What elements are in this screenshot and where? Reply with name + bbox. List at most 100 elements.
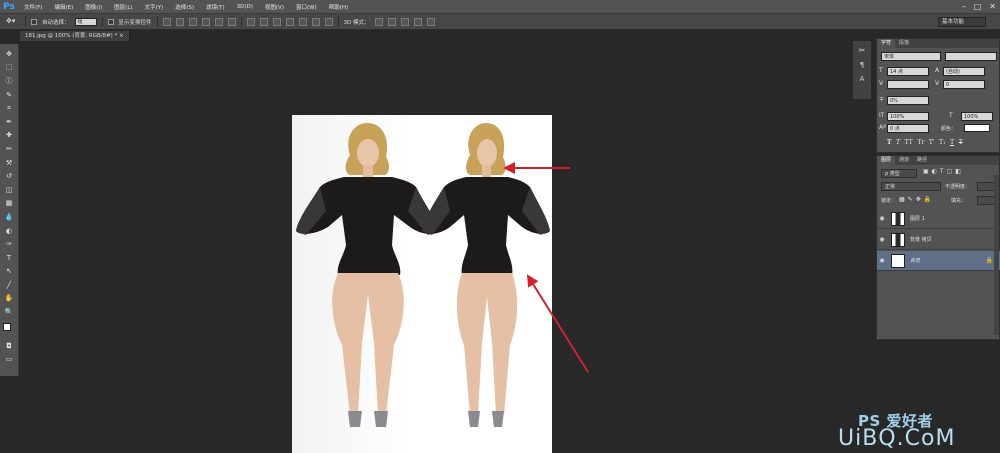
text-color-swatch[interactable]: [964, 124, 990, 132]
maximize-icon[interactable]: □: [974, 2, 982, 11]
layer-row[interactable]: ◉ 图层 1: [877, 209, 1000, 229]
auto-select-checkbox[interactable]: [31, 18, 37, 25]
tab-paths[interactable]: 路径: [913, 156, 931, 165]
menu-3d[interactable]: 3D(D): [231, 4, 259, 10]
tracking-field[interactable]: 0: [943, 80, 985, 89]
document-tab[interactable]: 181.jpg @ 100% (背景, RGB/8#) * ×: [20, 31, 130, 41]
tsume-field[interactable]: 0%: [887, 96, 929, 105]
strikethrough-button[interactable]: T: [959, 139, 963, 146]
healing-tool-icon[interactable]: ✚: [3, 129, 16, 143]
faux-italic-button[interactable]: T: [896, 139, 900, 146]
subscript-button[interactable]: T₁: [939, 139, 945, 146]
menu-window[interactable]: 窗口(W): [290, 3, 323, 11]
blur-tool-icon[interactable]: 💧: [3, 210, 16, 224]
menu-image[interactable]: 图像(I): [79, 3, 108, 11]
eyedropper-tool-icon[interactable]: ✒: [3, 115, 16, 129]
align-hcenter-icon[interactable]: [214, 17, 223, 26]
visibility-eye-icon[interactable]: ◉: [877, 215, 887, 222]
font-family-dropdown[interactable]: 宋体: [881, 52, 941, 61]
lasso-tool-icon[interactable]: ⓛ: [3, 74, 16, 88]
menu-select[interactable]: 选择(S): [169, 3, 200, 11]
3d-rotate-icon[interactable]: [374, 17, 383, 26]
foreground-color-swatch[interactable]: [2, 322, 11, 331]
align-top-icon[interactable]: [162, 17, 171, 26]
font-size-field[interactable]: 14 点: [887, 67, 929, 76]
align-right-icon[interactable]: [227, 17, 236, 26]
horizontal-scale-field[interactable]: 100%: [961, 112, 993, 121]
character-icon[interactable]: A: [860, 75, 865, 83]
brush-tool-icon[interactable]: ✏: [3, 142, 16, 156]
workspace-dropdown[interactable]: 基本功能: [938, 17, 986, 27]
3d-scale-icon[interactable]: [426, 17, 435, 26]
distribute-right-icon[interactable]: [311, 17, 320, 26]
visibility-eye-icon[interactable]: ◉: [877, 257, 887, 264]
menu-view[interactable]: 视图(V): [259, 3, 290, 11]
auto-align-icon[interactable]: [324, 17, 333, 26]
blend-mode-dropdown[interactable]: 正常: [881, 182, 941, 191]
move-tool-icon[interactable]: ✥: [3, 47, 16, 61]
layer-filter-icons[interactable]: ▣◐T▢◧: [923, 168, 964, 175]
visibility-eye-icon[interactable]: ◉: [877, 236, 887, 243]
align-bottom-icon[interactable]: [188, 17, 197, 26]
minimize-icon[interactable]: –: [962, 2, 966, 11]
history-brush-tool-icon[interactable]: ↺: [3, 169, 16, 183]
auto-select-dropdown[interactable]: 组: [74, 17, 97, 26]
align-left-icon[interactable]: [201, 17, 210, 26]
tab-character[interactable]: 字符: [877, 39, 896, 48]
marquee-tool-icon[interactable]: ⬚: [3, 61, 16, 75]
layer-kind-filter[interactable]: ρ 类型: [881, 169, 917, 178]
menu-help[interactable]: 帮助(H): [323, 3, 354, 11]
close-icon[interactable]: ✕: [989, 2, 996, 11]
stamp-tool-icon[interactable]: ⚒: [3, 156, 16, 170]
dodge-tool-icon[interactable]: ◐: [3, 224, 16, 238]
color-swatches[interactable]: [2, 321, 17, 339]
zoom-tool-icon[interactable]: 🔍: [3, 305, 16, 319]
3d-pan-icon[interactable]: [400, 17, 409, 26]
tools-options-icon[interactable]: ✂: [859, 46, 866, 55]
gradient-tool-icon[interactable]: ▦: [3, 197, 16, 211]
show-transform-checkbox[interactable]: [107, 18, 114, 25]
menu-layer[interactable]: 图层(L): [108, 3, 138, 11]
faux-bold-button[interactable]: T: [887, 139, 891, 146]
baseline-shift-field[interactable]: 0 点: [887, 124, 929, 133]
underline-button[interactable]: T: [950, 139, 954, 146]
menu-edit[interactable]: 编辑(E): [48, 3, 79, 11]
document-close-icon[interactable]: ×: [119, 33, 124, 39]
distribute-hcenter-icon[interactable]: [298, 17, 307, 26]
paragraph-icon[interactable]: ¶: [860, 61, 864, 69]
font-style-dropdown[interactable]: [945, 52, 997, 61]
lock-icons[interactable]: ▦✎✥🔒: [899, 196, 934, 203]
kerning-field[interactable]: [887, 80, 929, 89]
quick-select-tool-icon[interactable]: ✎: [3, 88, 16, 102]
tab-channels[interactable]: 通道: [895, 156, 913, 165]
move-tool-preset-icon[interactable]: ✥▾: [6, 16, 26, 27]
small-caps-button[interactable]: Tr: [917, 139, 924, 146]
distribute-bottom-icon[interactable]: [272, 17, 281, 26]
superscript-button[interactable]: T': [929, 139, 935, 146]
pen-tool-icon[interactable]: ✑: [3, 237, 16, 251]
menu-file[interactable]: 文件(F): [18, 3, 48, 11]
distribute-vcenter-icon[interactable]: [259, 17, 268, 26]
distribute-left-icon[interactable]: [285, 17, 294, 26]
tab-layers[interactable]: 图层: [877, 156, 896, 165]
document-canvas[interactable]: [292, 115, 552, 453]
crop-tool-icon[interactable]: ⌗: [3, 101, 16, 115]
all-caps-button[interactable]: TT: [905, 139, 913, 146]
path-select-tool-icon[interactable]: ↖: [3, 265, 16, 279]
menu-type[interactable]: 文字(Y): [139, 3, 170, 11]
layer-row-selected[interactable]: ◉ 背景 🔒: [877, 251, 1000, 271]
type-tool-icon[interactable]: T: [3, 251, 16, 265]
eraser-tool-icon[interactable]: ◫: [3, 183, 16, 197]
hand-tool-icon[interactable]: ✋: [3, 292, 16, 306]
layers-scrollbar[interactable]: [994, 175, 999, 335]
vertical-scale-field[interactable]: 100%: [887, 112, 929, 121]
quick-mask-icon[interactable]: ◘: [3, 339, 16, 353]
menu-filter[interactable]: 滤镜(T): [200, 3, 231, 11]
leading-field[interactable]: (自动): [943, 67, 985, 76]
shape-tool-icon[interactable]: ╱: [3, 278, 16, 292]
screen-mode-icon[interactable]: ▭: [3, 352, 16, 366]
align-vcenter-icon[interactable]: [175, 17, 184, 26]
3d-roll-icon[interactable]: [387, 17, 396, 26]
layer-row[interactable]: ◉ 背景 拷贝: [877, 230, 1000, 250]
3d-slide-icon[interactable]: [413, 17, 422, 26]
